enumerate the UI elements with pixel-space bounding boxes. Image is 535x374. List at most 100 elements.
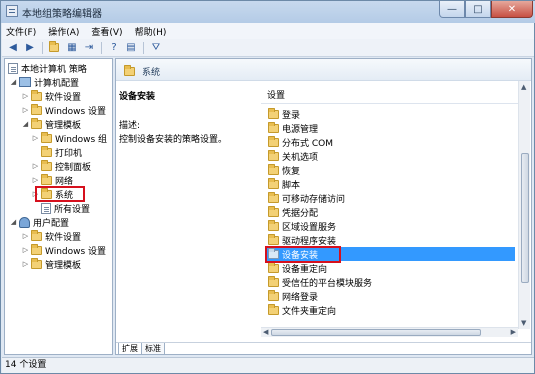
tree-item-computer-config[interactable]: ◢ 计算机配置: [10, 75, 79, 89]
tab-extended[interactable]: 扩展: [118, 343, 142, 354]
column-header-setting[interactable]: 设置: [261, 88, 518, 104]
toolbar-separator: [143, 41, 144, 54]
folder-icon: [31, 103, 42, 115]
expand-icon[interactable]: ▷: [32, 162, 39, 170]
scroll-down-icon[interactable]: ▼: [521, 319, 526, 327]
expand-icon[interactable]: ▷: [22, 246, 29, 254]
title-bar: 本地组策略编辑器 — □ ✕: [1, 1, 535, 23]
tree-item-windows-components[interactable]: ▷ Windows 组: [32, 131, 107, 145]
list-item[interactable]: 脚本: [265, 177, 515, 191]
list-item[interactable]: 驱动程序安装: [265, 233, 515, 247]
tree-item-label: 软件设置: [45, 232, 82, 243]
scrollbar-thumb[interactable]: [271, 329, 481, 336]
tree-item-label: 管理模板: [45, 120, 82, 131]
properties-icon[interactable]: ▤: [124, 41, 138, 55]
tree-item-label: Windows 设置: [45, 106, 107, 117]
tree-item-label: 打印机: [55, 148, 83, 159]
list-item[interactable]: 文件夹重定向: [265, 303, 515, 317]
expand-icon[interactable]: ▷: [32, 134, 39, 142]
tree-item-user-windows-settings[interactable]: ▷ Windows 设置: [22, 243, 106, 257]
list-item[interactable]: 设备重定向: [265, 261, 515, 275]
folder-icon: [268, 275, 279, 287]
tree-item-user-software-settings[interactable]: ▷ 软件设置: [22, 229, 81, 243]
toolbar-separator: [42, 41, 43, 54]
settings-list-icon: [41, 202, 51, 214]
expand-icon[interactable]: ▷: [22, 232, 29, 240]
collapse-icon[interactable]: ◢: [10, 218, 17, 226]
minimize-button[interactable]: —: [439, 1, 465, 18]
tree-item-label: 软件设置: [45, 92, 82, 103]
menu-view[interactable]: 查看(V): [91, 25, 122, 38]
horizontal-scrollbar[interactable]: ◀ ▶: [261, 327, 518, 337]
description-label: 描述:: [119, 121, 141, 131]
status-bar: 14 个设置: [2, 357, 534, 373]
tree-item-windows-settings[interactable]: ▷ Windows 设置: [22, 103, 106, 117]
forward-arrow-icon[interactable]: ▶: [23, 41, 37, 55]
expand-icon[interactable]: ▷: [22, 92, 29, 100]
tree-item-root[interactable]: 本地计算机 策略: [8, 61, 87, 75]
maximize-button[interactable]: □: [465, 1, 491, 18]
tree-item-user-admin-templates[interactable]: ▷ 管理模板: [22, 257, 81, 271]
window-title: 本地组策略编辑器: [22, 9, 102, 20]
help-icon[interactable]: ?: [107, 41, 121, 55]
tree-item-software-settings[interactable]: ▷ 软件设置: [22, 89, 81, 103]
app-icon: [6, 5, 18, 17]
red-highlight-box: [265, 246, 341, 263]
tree-item-admin-templates[interactable]: ◢ 管理模板: [22, 117, 81, 131]
export-list-icon[interactable]: ⇥: [82, 41, 96, 55]
tree-item-label: 管理模板: [45, 260, 82, 271]
filter-icon[interactable]: ⛛: [149, 41, 163, 55]
folder-icon: [268, 289, 279, 301]
menu-action[interactable]: 操作(A): [48, 25, 79, 38]
folder-icon: [268, 177, 279, 189]
window-controls: — □ ✕: [439, 1, 533, 19]
expand-icon[interactable]: ▷: [32, 176, 39, 184]
tree-item-control-panel[interactable]: ▷ 控制面板: [32, 159, 91, 173]
collapse-icon[interactable]: ◢: [10, 78, 17, 86]
policy-document-icon: [8, 62, 18, 74]
collapse-icon[interactable]: ◢: [22, 120, 29, 128]
toolbar-separator: [101, 41, 102, 54]
expand-icon[interactable]: ▷: [22, 260, 29, 268]
tree-item-user-config[interactable]: ◢ 用户配置: [10, 215, 69, 229]
show-hide-tree-icon[interactable]: ▦: [65, 41, 79, 55]
folder-icon: [268, 107, 279, 119]
list-item[interactable]: 分布式 COM: [265, 135, 515, 149]
tree-item-label: Windows 组: [55, 134, 108, 145]
tab-standard[interactable]: 标准: [141, 343, 165, 354]
folder-icon: [31, 89, 42, 101]
list-item[interactable]: 关机选项: [265, 149, 515, 163]
list-item[interactable]: 恢复: [265, 163, 515, 177]
folder-icon: [41, 131, 52, 143]
user-icon: [19, 216, 30, 228]
list-item[interactable]: 可移动存储访问: [265, 191, 515, 205]
scroll-right-icon[interactable]: ▶: [511, 328, 516, 336]
folder-icon: [268, 233, 279, 245]
list-item[interactable]: 凭据分配: [265, 205, 515, 219]
folder-icon: [268, 149, 279, 161]
tree-item-printers[interactable]: 打印机: [41, 145, 82, 159]
up-folder-icon[interactable]: [48, 41, 62, 55]
folder-icon: [31, 243, 42, 255]
tree-item-all-settings[interactable]: 所有设置: [41, 201, 90, 215]
expand-icon[interactable]: ▷: [22, 106, 29, 114]
list-item[interactable]: 受信任的平台模块服务: [265, 275, 515, 289]
folder-icon: [41, 145, 52, 157]
list-item[interactable]: 网络登录: [265, 289, 515, 303]
back-arrow-icon[interactable]: ◀: [6, 41, 20, 55]
tree-item-label: 本地计算机 策略: [21, 64, 87, 75]
scrollbar-thumb[interactable]: [521, 153, 529, 283]
menu-help[interactable]: 帮助(H): [135, 25, 167, 38]
close-button[interactable]: ✕: [491, 1, 533, 18]
tree-item-network[interactable]: ▷ 网络: [32, 173, 73, 187]
details-pane: 系统 设备安装 描述: 控制设备安装的策略设置。 设置 登录 电源管理 分布式 …: [115, 58, 532, 355]
list-item[interactable]: 电源管理: [265, 121, 515, 135]
list-item[interactable]: 区域设置服务: [265, 219, 515, 233]
vertical-scrollbar[interactable]: ▲ ▼: [518, 81, 530, 329]
scroll-left-icon[interactable]: ◀: [263, 328, 268, 336]
view-tabs: 扩展 标准: [116, 342, 531, 354]
scroll-up-icon[interactable]: ▲: [521, 83, 526, 91]
folder-icon: [268, 191, 279, 203]
list-item[interactable]: 登录: [265, 107, 515, 121]
menu-file[interactable]: 文件(F): [6, 25, 36, 38]
